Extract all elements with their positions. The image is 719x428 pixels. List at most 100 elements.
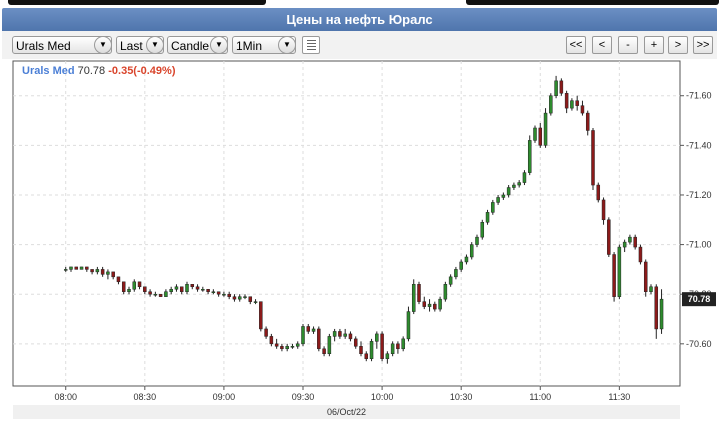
candle [232, 296, 237, 300]
candle [211, 291, 216, 293]
candle [74, 266, 79, 270]
y-tick-label: -71.20 [686, 190, 712, 200]
candle [306, 326, 311, 332]
scroll-left-button[interactable]: < [592, 36, 612, 54]
candle [222, 293, 226, 296]
candle [369, 341, 374, 359]
scroll-start-button[interactable]: << [566, 36, 586, 54]
candle [121, 281, 126, 292]
candle [485, 212, 490, 223]
candle [227, 293, 231, 297]
candle [533, 127, 537, 141]
candle [137, 281, 142, 288]
candle [359, 346, 363, 354]
candle [659, 298, 664, 330]
candle [591, 130, 595, 186]
zoom-out-button[interactable]: - [618, 36, 638, 54]
candle [111, 271, 115, 278]
candle [443, 284, 448, 300]
chart-area[interactable]: -71.60-71.40-71.20-71.00-70.80-70.6008:0… [2, 59, 717, 423]
candle [311, 328, 316, 332]
candle [401, 338, 405, 350]
candle [643, 261, 648, 292]
symbol-select-value: Urals Med [16, 39, 71, 53]
candle [522, 172, 527, 183]
candle [517, 182, 521, 186]
candle [348, 333, 353, 340]
candle [179, 286, 184, 292]
candle [132, 281, 137, 290]
y-tick-label: -71.00 [686, 240, 712, 250]
symbol-select[interactable]: Urals Med ▼ [12, 36, 112, 54]
price-field-select[interactable]: Last ▼ [116, 36, 164, 54]
candle [633, 236, 637, 248]
grid-toggle-icon[interactable] [302, 36, 320, 54]
candle [69, 266, 73, 270]
candle [253, 301, 258, 303]
candle [554, 80, 558, 96]
interval-select[interactable]: 1Min ▼ [232, 36, 296, 54]
info-last-price: 70.78 [77, 65, 106, 77]
candle [248, 296, 253, 302]
candle [79, 266, 84, 270]
candle [206, 288, 210, 292]
candle [380, 333, 384, 359]
chevron-down-icon[interactable]: ▼ [94, 36, 112, 54]
candle [506, 187, 511, 196]
candle [427, 303, 432, 307]
candle [496, 197, 500, 203]
candle [654, 286, 659, 330]
candle [106, 271, 110, 275]
candle [259, 301, 263, 330]
chart-type-select[interactable]: Candle ▼ [167, 36, 228, 54]
candle [385, 353, 390, 359]
window-title: Цены на нефть Юралс [2, 8, 717, 31]
candle [411, 284, 416, 312]
info-change: -0.35(-0.49%) [108, 65, 176, 77]
chevron-down-icon[interactable]: ▼ [146, 36, 164, 54]
candle [622, 241, 627, 248]
candle [454, 269, 458, 278]
scroll-right-button[interactable]: > [668, 36, 688, 54]
candle [317, 328, 321, 350]
chevron-down-icon[interactable]: ▼ [278, 36, 296, 54]
candle [322, 348, 326, 354]
candle [638, 246, 643, 263]
candle [216, 291, 221, 295]
candle [201, 288, 205, 291]
candle [338, 331, 342, 337]
candle [327, 336, 332, 354]
candle [543, 112, 548, 146]
candle [512, 184, 516, 188]
candlestick-chart[interactable]: -71.60-71.40-71.20-71.00-70.80-70.6008:0… [2, 59, 717, 423]
candle [459, 261, 463, 270]
chart-toolbar: Urals Med ▼ Last ▼ Candle ▼ 1Min ▼ << < … [2, 31, 717, 60]
y-tick-label: -70.60 [686, 339, 712, 349]
candle [269, 336, 274, 345]
chart-type-value: Candle [171, 39, 210, 53]
candle [364, 353, 369, 359]
x-tick-label: 08:30 [134, 392, 157, 402]
y-tick-label: -71.40 [686, 140, 712, 150]
candle [464, 256, 469, 263]
candle [174, 286, 179, 290]
candle [480, 222, 485, 238]
candle [332, 331, 337, 337]
candle [596, 184, 601, 201]
zoom-in-button[interactable]: + [644, 36, 664, 54]
candle [143, 286, 147, 292]
candle [301, 326, 305, 345]
candle [375, 333, 379, 342]
candle [127, 288, 131, 292]
chevron-down-icon[interactable]: ▼ [210, 36, 228, 54]
candle [190, 284, 195, 288]
info-symbol: Urals Med [22, 65, 75, 77]
x-tick-label: 08:00 [54, 392, 77, 402]
candle [390, 343, 395, 354]
candle [237, 296, 242, 300]
interval-value: 1Min [236, 39, 263, 53]
scroll-end-button[interactable]: >> [693, 36, 713, 54]
candle [396, 343, 400, 350]
candle [148, 291, 152, 295]
candle [417, 284, 421, 302]
